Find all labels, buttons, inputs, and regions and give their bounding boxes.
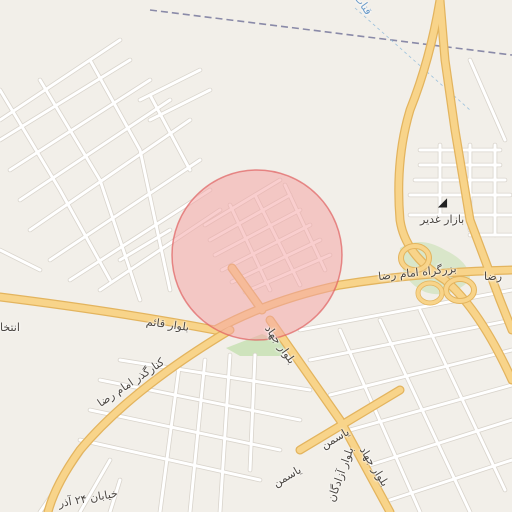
label-imam-reza-highway-fragment: رضا [484, 270, 503, 283]
search-radius-circle[interactable] [171, 169, 343, 341]
map-base [0, 0, 512, 512]
map-canvas[interactable]: قنات ◢ بازار غدیر بزرگراه امام رضا رضا ب… [0, 0, 512, 512]
label-bazaar: بازار غدیر [420, 213, 465, 226]
label-entekhab: انتخا [0, 321, 20, 334]
shopping-basket-icon: ◢ [437, 195, 448, 209]
